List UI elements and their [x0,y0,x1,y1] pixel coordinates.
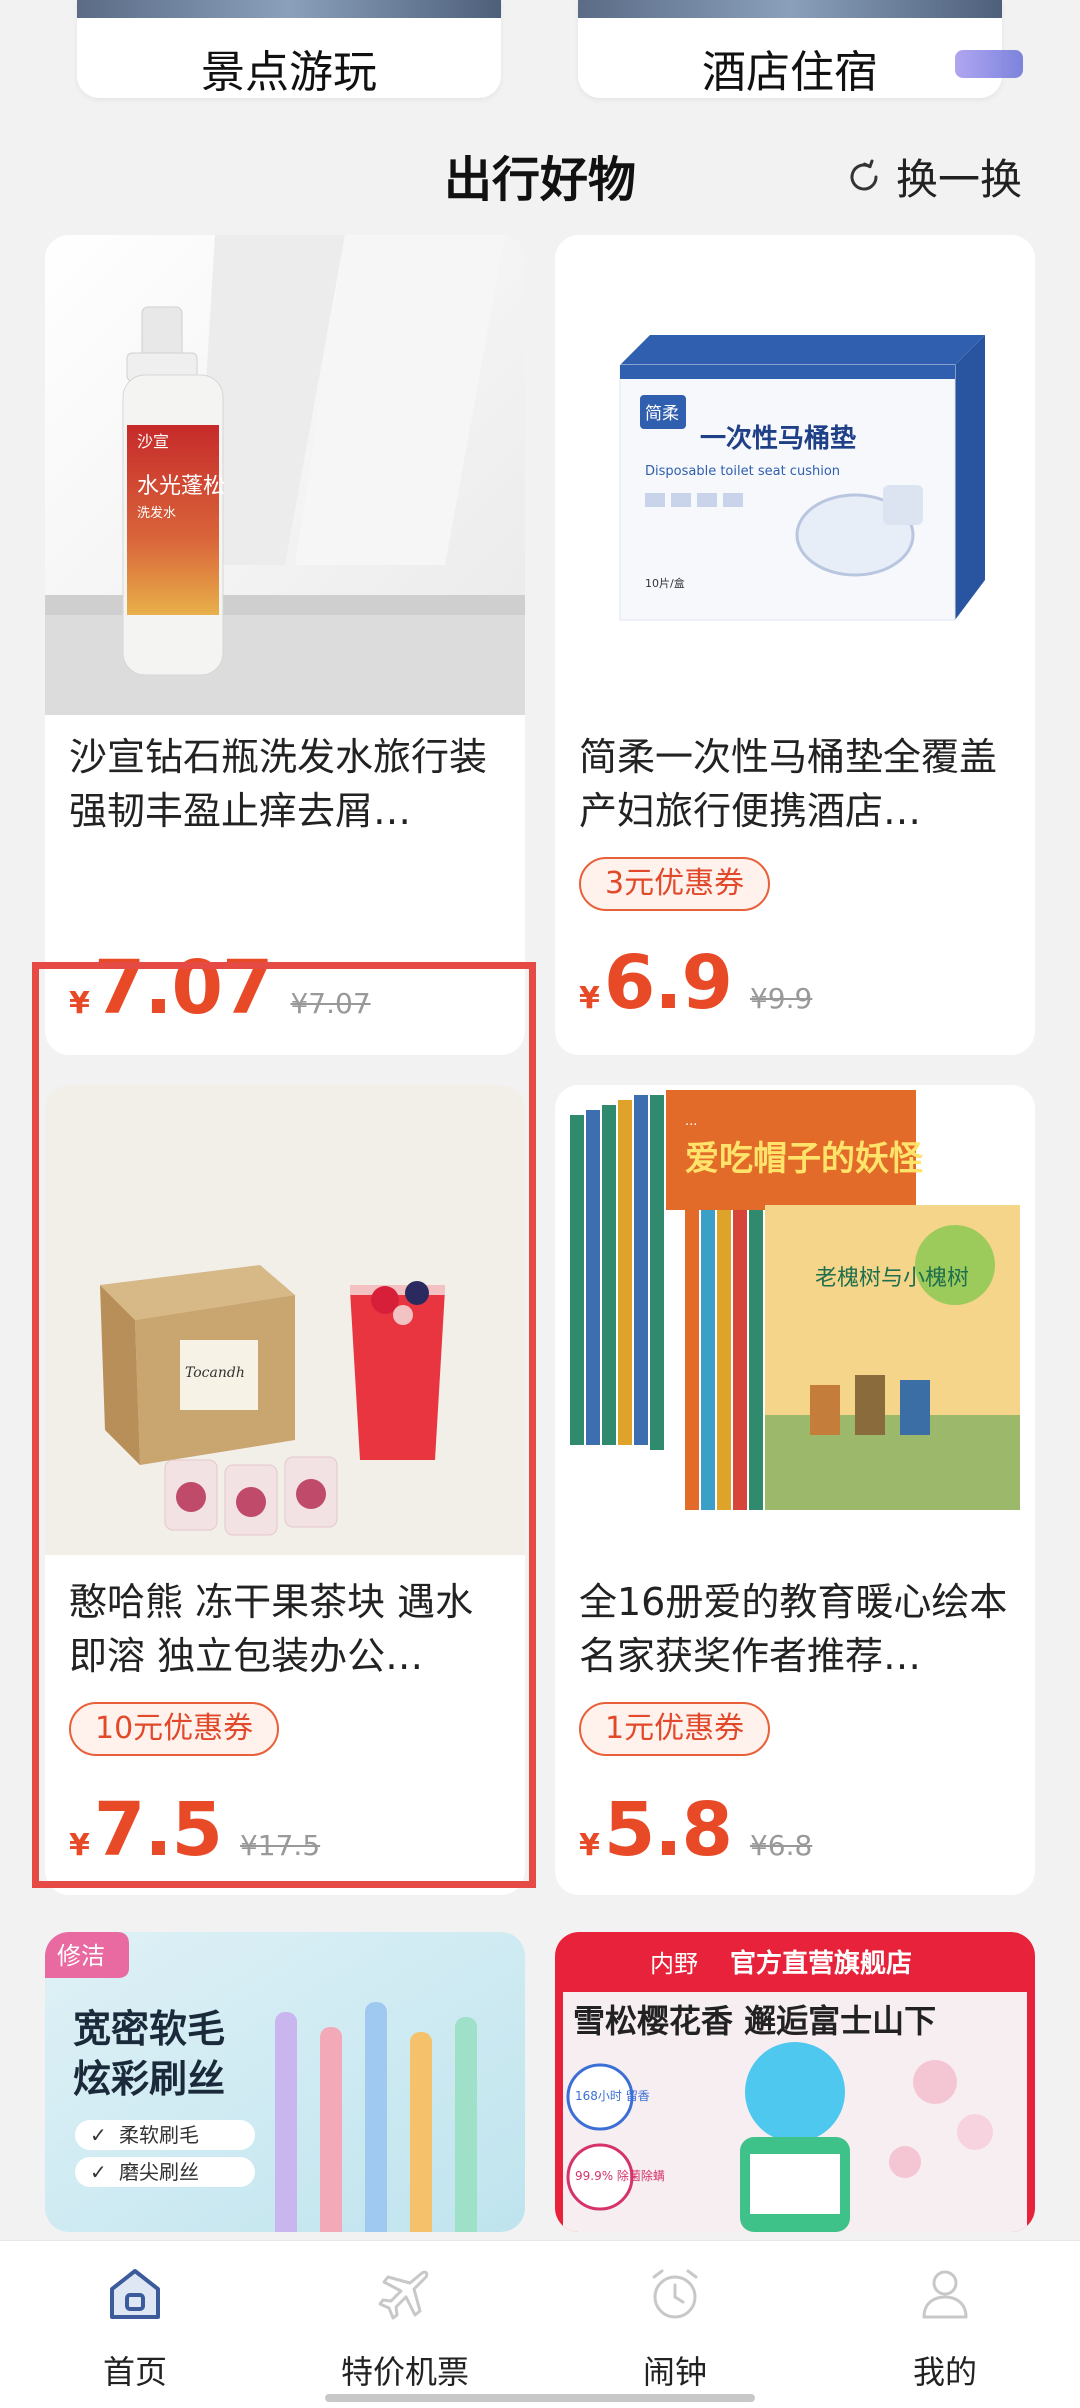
product-title: 憨哈熊 冻干果茶块 遇水即溶 独立包装办公… [69,1580,474,1678]
nav-label: 我的 [912,2353,977,2391]
product-card[interactable]: 修洁 宽密软毛 炫彩刷丝 ✓ 柔软刷毛 ✓ 磨尖刷丝 [45,1932,525,2232]
product-title: 沙宣钻石瓶洗发水旅行装强韧丰盈止痒去屑… [69,735,488,833]
product-title: 全16册爱的教育暖心绘本名家获奖作者推荐… [579,1580,1008,1678]
image-text: 雪松樱花香 邂逅富士山下 [573,2002,936,2040]
nav-item-flights[interactable]: 特价机票 [270,2241,540,2408]
currency-symbol: ¥ [69,986,90,1021]
refresh-button[interactable]: 换一换 [846,146,1022,207]
product-card[interactable]: 内野 官方直营旗舰店 雪松樱花香 邂逅富士山下 168小时 留香 99.9% 除… [555,1932,1035,2232]
image-text: 一次性马桶垫 [700,423,856,454]
price-value: 5.8 [603,1787,733,1873]
image-text: 沙宣 [137,432,169,451]
svg-text:✓: ✓ [90,2160,107,2184]
price-block: ¥ 5.8 ¥6.8 [579,1787,812,1873]
product-image-fruit-tea: Tocandh [45,1085,525,1555]
image-text: 柔软刷毛 [119,2123,199,2147]
nav-item-profile[interactable]: 我的 [810,2241,1080,2408]
product-card[interactable]: Tocandh 憨哈熊 冻干果茶块 遇水即溶 独立包装办公… 10元优惠券 ¥ … [45,1085,525,1895]
category-image [77,0,501,18]
image-text: 修洁 [57,1942,105,1970]
coupon-badge[interactable]: 1元优惠券 [579,1702,771,1756]
floating-ball[interactable] [955,50,1023,78]
gesture-bar[interactable] [325,2394,755,2402]
image-text: 水光蓬松 [137,474,225,499]
category-label: 景点游玩 [201,47,377,98]
image-text: Disposable toilet seat cushion [645,464,840,479]
category-label: 酒店住宿 [702,47,878,98]
original-price: ¥17.5 [239,1829,321,1862]
price-value: 7.5 [93,1787,223,1873]
image-text: 炫彩刷丝 [73,2057,225,2101]
image-text: 洗发水 [137,505,176,521]
category-card-attractions[interactable]: 景点游玩 [77,0,501,98]
original-price: ¥6.8 [749,1829,813,1862]
product-title: 简柔一次性马桶垫全覆盖产妇旅行便携酒店… [579,735,998,833]
nav-label: 特价机票 [340,2353,469,2391]
profile-icon [922,2270,968,2319]
category-image [578,0,1002,18]
nav-item-alarm[interactable]: 闹钟 [540,2241,810,2408]
product-image-shampoo: 沙宣 水光蓬松 洗发水 [45,235,525,715]
currency-symbol: ¥ [69,1828,90,1863]
nav-label: 首页 [102,2353,167,2391]
price-value: 7.07 [93,945,274,1031]
original-price: ¥9.9 [749,982,813,1015]
svg-text:...: ... [685,1114,697,1129]
refresh-label: 换一换 [896,155,1023,204]
coupon-badge[interactable]: 10元优惠券 [69,1702,280,1756]
image-text: 爱吃帽子的妖怪 [685,1139,924,1179]
price-block: ¥ 6.9 ¥9.9 [579,940,812,1026]
refresh-icon [850,159,878,190]
product-card[interactable]: 简柔 一次性马桶垫 Disposable toilet seat cushion… [555,235,1035,1055]
image-text: 磨尖刷丝 [119,2160,199,2184]
airplane-icon [378,2270,429,2320]
image-text: 99.9% 除菌除螨 [575,2168,665,2183]
home-icon [110,2269,160,2319]
original-price: ¥7.07 [290,987,371,1020]
alarm-clock-icon [652,2269,698,2319]
image-text: 168小时 留香 [575,2089,650,2103]
price-block: ¥ 7.5 ¥17.5 [69,1787,320,1873]
image-text: 10片/盒 [645,576,685,590]
product-image-toothbrush: 修洁 宽密软毛 炫彩刷丝 ✓ 柔软刷毛 ✓ 磨尖刷丝 [45,1932,525,2232]
image-text: 简柔 [645,404,679,424]
bottom-nav: 首页 特价机票 闹钟 我的 [0,2240,1080,2408]
svg-text:✓: ✓ [90,2123,107,2147]
image-text: 老槐树与小槐树 [815,1266,969,1291]
coupon-badge[interactable]: 3元优惠券 [579,857,771,911]
product-card[interactable]: ... 爱吃帽子的妖怪 老槐树与小槐树 全16册爱的教育暖心绘本名家获奖作者推荐… [555,1085,1035,1895]
nav-label: 闹钟 [642,2353,707,2391]
currency-symbol: ¥ [579,1828,600,1863]
product-image-fragrance: 内野 官方直营旗舰店 雪松樱花香 邂逅富士山下 168小时 留香 99.9% 除… [555,1932,1035,2232]
product-card[interactable]: 沙宣 水光蓬松 洗发水 沙宣钻石瓶洗发水旅行装强韧丰盈止痒去屑… ¥ 7.07 … [45,235,525,1055]
product-image-toilet-cushion: 简柔 一次性马桶垫 Disposable toilet seat cushion… [555,235,1035,715]
image-text: 宽密软毛 [73,2007,225,2051]
currency-symbol: ¥ [579,981,600,1016]
nav-item-home[interactable]: 首页 [0,2241,270,2408]
image-text: 官方直营旗舰店 [730,1948,912,1979]
image-text: 内野 [650,1950,698,1978]
price-block: ¥ 7.07 ¥7.07 [69,945,371,1031]
price-value: 6.9 [603,940,733,1026]
product-image-picture-books: ... 爱吃帽子的妖怪 老槐树与小槐树 [555,1085,1035,1555]
category-card-hotels[interactable]: 酒店住宿 [578,0,1002,98]
image-text: Tocandh [185,1365,245,1381]
